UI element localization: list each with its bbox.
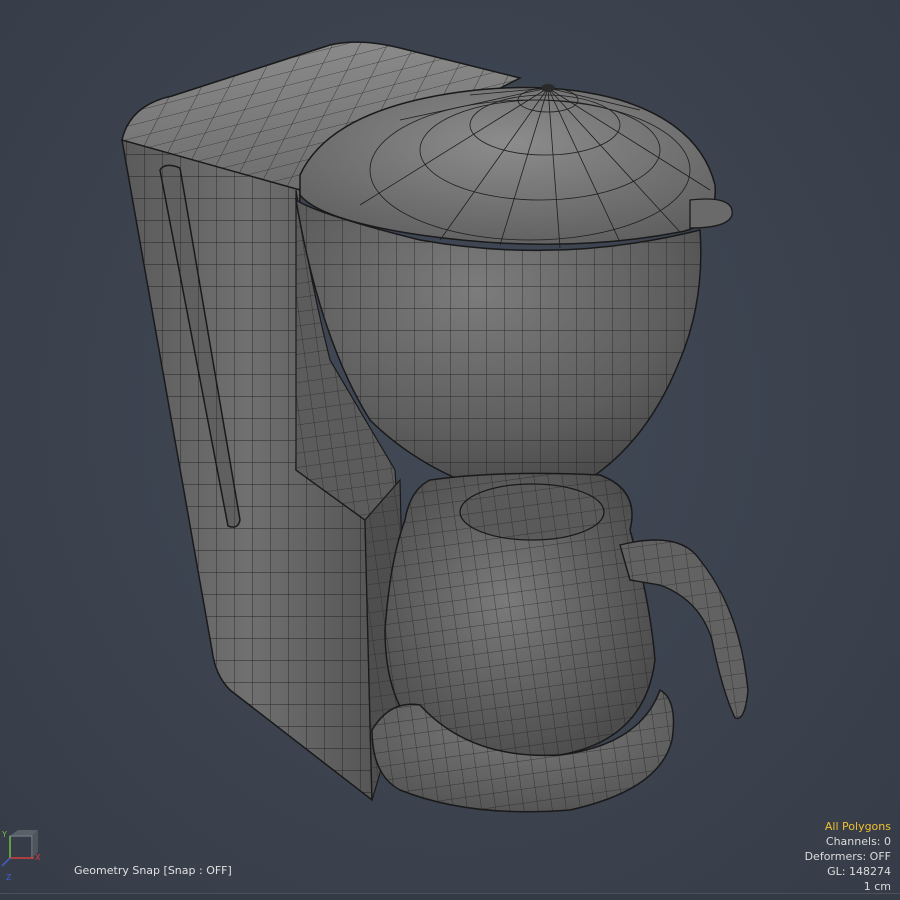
snap-state[interactable]: [Snap : OFF] xyxy=(164,864,232,877)
snap-status: Geometry Snap [Snap : OFF] xyxy=(74,864,232,877)
3d-viewport[interactable]: Y X Z Geometry Snap [Snap : OFF] All Pol… xyxy=(0,0,900,900)
snap-label: Geometry Snap xyxy=(74,864,161,877)
axis-gizmo[interactable]: Y X Z xyxy=(0,828,44,890)
x-axis-label: X xyxy=(35,853,41,862)
viewport-stats: All Polygons Channels: 0 Deformers: OFF … xyxy=(805,819,891,894)
grid-units: 1 cm xyxy=(863,880,891,893)
channels-count: Channels: 0 xyxy=(825,835,891,848)
y-axis-label: Y xyxy=(1,830,7,839)
selection-mode: All Polygons xyxy=(824,820,891,833)
viewport-border xyxy=(0,893,900,900)
z-axis-label: Z xyxy=(6,873,12,882)
carafe xyxy=(384,472,749,757)
coffee-maker-model[interactable] xyxy=(0,0,900,900)
gl-polycount: GL: 148274 xyxy=(827,865,891,878)
deformers-state: Deformers: OFF xyxy=(804,850,891,863)
z-axis-icon xyxy=(1,857,11,867)
